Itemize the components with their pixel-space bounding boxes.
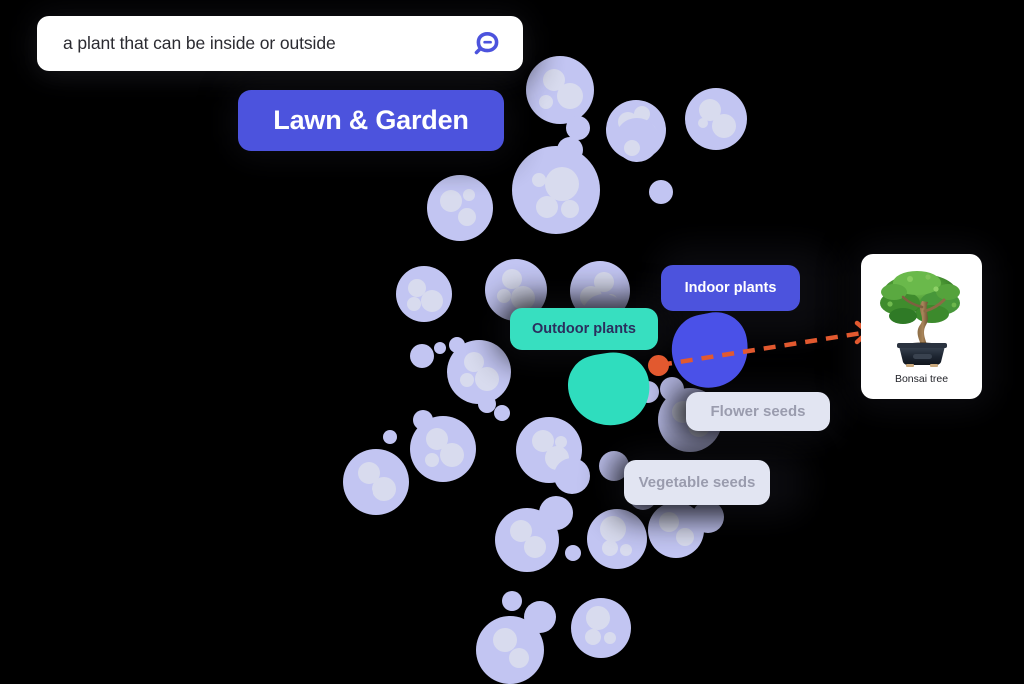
bubble <box>587 509 647 569</box>
bubble-highlight <box>557 83 583 109</box>
bubble <box>554 458 590 494</box>
teal-cluster-blob <box>567 352 650 426</box>
bubble-highlight <box>604 632 616 644</box>
bubble <box>526 56 594 124</box>
node-pill-indoor-plants[interactable]: Indoor plants <box>661 265 800 311</box>
node-pill-label: Indoor plants <box>684 280 777 296</box>
bubble-highlight <box>624 140 640 156</box>
purple-cluster-blob <box>671 312 748 388</box>
chat-search-icon[interactable] <box>471 29 501 59</box>
bubble-highlight <box>421 290 443 312</box>
node-pill-vegetable-seeds[interactable]: Vegetable seeds <box>624 460 770 505</box>
bubble-highlight <box>407 297 421 311</box>
bubble <box>413 410 433 430</box>
bubble-highlight <box>425 453 439 467</box>
bubble <box>494 405 510 421</box>
bubble-highlight <box>497 289 511 303</box>
bubble <box>410 344 434 368</box>
bubble <box>449 337 465 353</box>
bubble <box>351 483 373 505</box>
bubble-highlight <box>602 540 618 556</box>
bubble-highlight <box>561 200 579 218</box>
bubble-highlight <box>372 477 396 501</box>
bubble-highlight <box>712 114 736 138</box>
result-card-bonsai-tree[interactable]: Bonsai tree <box>861 254 982 399</box>
node-pill-outdoor-plants[interactable]: Outdoor plants <box>510 308 658 350</box>
bubble <box>502 591 522 611</box>
result-card-caption: Bonsai tree <box>894 373 949 385</box>
bubble-highlight <box>524 536 546 558</box>
category-chip-lawn-and-garden[interactable]: Lawn & Garden <box>238 90 504 151</box>
bubble <box>434 342 446 354</box>
bubble-highlight <box>555 436 567 448</box>
bubble-highlight <box>539 95 553 109</box>
bubble-highlight <box>698 118 708 128</box>
bubble-highlight <box>620 544 632 556</box>
bubble <box>427 175 493 241</box>
category-chip-label: Lawn & Garden <box>273 105 469 135</box>
search-input[interactable]: a plant that can be inside or outside <box>63 33 471 54</box>
bubble-highlight <box>440 190 462 212</box>
bubble <box>512 146 600 234</box>
bubble <box>383 430 397 444</box>
node-pill-label: Flower seeds <box>710 403 806 420</box>
bubble-highlight <box>600 516 626 542</box>
bubble <box>524 601 556 633</box>
bubble <box>565 545 581 561</box>
bubble-highlight <box>458 208 476 226</box>
bubble-highlight <box>460 373 474 387</box>
bubble <box>649 180 673 204</box>
bubble <box>539 496 573 530</box>
bubble-highlight <box>586 606 610 630</box>
node-pill-label: Outdoor plants <box>532 321 636 337</box>
bubble-highlight <box>532 173 546 187</box>
bubble <box>343 449 409 515</box>
bubble <box>571 598 631 658</box>
bubble <box>685 88 747 150</box>
bubble-highlight <box>509 648 529 668</box>
bubble <box>615 118 659 162</box>
node-pill-label: Vegetable seeds <box>638 474 756 491</box>
bubble-highlight <box>463 189 475 201</box>
bubble-highlight <box>536 196 558 218</box>
bubble-highlight <box>440 443 464 467</box>
bubble-highlight <box>585 629 601 645</box>
search-bar[interactable]: a plant that can be inside or outside <box>37 16 523 71</box>
canvas: a plant that can be inside or outside La… <box>0 0 1024 684</box>
node-pill-flower-seeds[interactable]: Flower seeds <box>686 392 830 431</box>
bubble-highlight <box>676 528 694 546</box>
bubble <box>396 266 452 322</box>
bonsai-tree-image <box>870 259 973 372</box>
connector-source-dot <box>648 355 669 376</box>
bubble-highlight <box>475 367 499 391</box>
